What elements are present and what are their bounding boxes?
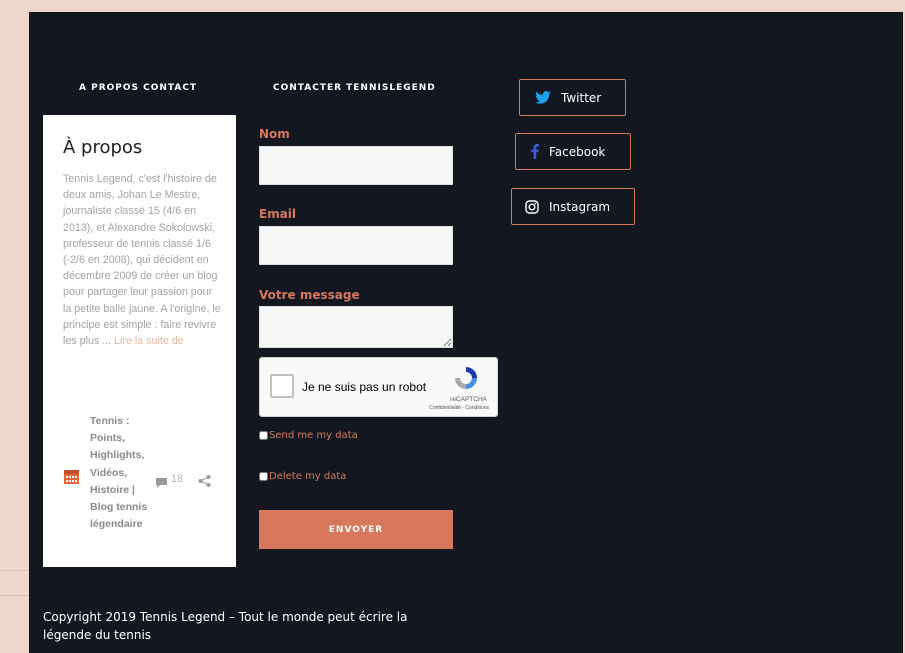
comment-count[interactable]: 18	[171, 473, 183, 485]
left-edge-strip	[0, 12, 29, 653]
send-data-label: Send me my data	[269, 430, 358, 441]
post-categories[interactable]: Tennis : Points, Highlights, Vidéos, His…	[90, 413, 160, 533]
share-icon[interactable]	[198, 472, 211, 491]
calendar-icon	[64, 469, 79, 488]
twitter-button[interactable]: Twitter	[519, 79, 626, 116]
send-data-checkbox[interactable]	[259, 431, 268, 440]
delete-data-label: Delete my data	[269, 471, 347, 482]
divider	[0, 595, 29, 596]
facebook-label: Facebook	[549, 144, 606, 159]
recaptcha-logo-icon	[453, 365, 479, 395]
name-label: Nom	[259, 127, 290, 141]
about-body: Tennis Legend, c'est l'histoire de deux …	[63, 173, 221, 348]
instagram-icon	[525, 199, 539, 214]
message-textarea[interactable]	[259, 306, 453, 348]
delete-data-option[interactable]: Delete my data	[259, 471, 346, 482]
about-title: À propos	[63, 137, 143, 158]
read-more-link[interactable]: Lire la suite de	[114, 335, 184, 347]
email-input[interactable]	[259, 226, 453, 265]
recaptcha-brand: reCAPTCHA	[450, 396, 487, 403]
recaptcha-label: Je ne suis pas un robot	[302, 380, 427, 394]
facebook-icon	[531, 144, 539, 159]
instagram-button[interactable]: Instagram	[511, 188, 635, 225]
twitter-label: Twitter	[561, 90, 602, 105]
facebook-button[interactable]: Facebook	[515, 133, 631, 170]
instagram-label: Instagram	[549, 199, 611, 214]
email-label: Email	[259, 207, 297, 221]
comment-icon	[156, 473, 167, 492]
copyright-text: Copyright 2019 Tennis Legend – Tout le m…	[43, 610, 408, 642]
delete-data-checkbox[interactable]	[259, 472, 268, 481]
contact-form-heading: CONTACTER TENNISLEGEND	[273, 83, 436, 93]
recaptcha-links[interactable]: Confidentialité - Conditions	[429, 405, 489, 411]
twitter-icon	[535, 91, 551, 104]
about-card: À propos Tennis Legend, c'est l'histoire…	[43, 115, 236, 567]
submit-button[interactable]: ENVOYER	[259, 510, 453, 549]
send-data-option[interactable]: Send me my data	[259, 430, 358, 441]
about-contact-heading: A PROPOS CONTACT	[79, 83, 198, 93]
about-text: Tennis Legend, c'est l'histoire de deux …	[63, 171, 223, 349]
name-input[interactable]	[259, 146, 453, 185]
recaptcha-widget: Je ne suis pas un robot reCAPTCHA Confid…	[259, 357, 498, 417]
recaptcha-checkbox[interactable]	[270, 374, 294, 398]
divider	[0, 570, 29, 571]
message-label: Votre message	[259, 288, 360, 302]
